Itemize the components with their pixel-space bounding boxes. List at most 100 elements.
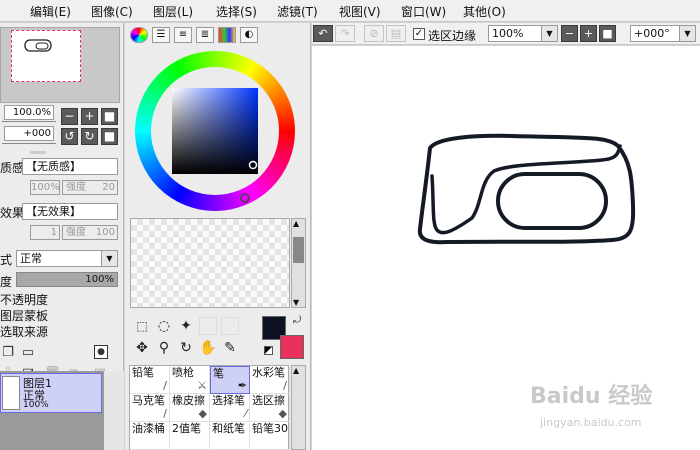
swap-colors-icon[interactable]: ⤾ [293,315,301,326]
effect-strength-label: 强度 [66,227,86,238]
scrollbar-thumb[interactable] [293,237,304,263]
menu-layer[interactable]: 图层(L) [153,3,193,20]
background-color-swatch[interactable] [280,335,304,359]
color-wheel-tab-icon[interactable] [130,27,148,43]
hand-icon[interactable]: ✋ [199,339,217,357]
brush-label: 水彩笔 [252,366,285,379]
toolbar-zoom-in-button[interactable]: + [580,25,597,42]
brush-grid-scrollbar[interactable]: ▲ [291,365,306,450]
lasso-icon[interactable]: ◌ [155,317,173,335]
brush-binary-pen[interactable]: 2值笔 [170,422,210,450]
texture-value: 【无质感】 [26,160,81,173]
watercolor-icon: / [283,379,287,392]
preserve-opacity-option[interactable]: 不透明度 [0,291,48,308]
rect-select-icon[interactable]: ⬚ [133,317,151,335]
pencil-icon: / [163,379,167,392]
brush-label: 笔 [213,367,224,380]
color-tool-panel: ☰ ≡ ≣ ◐ ▲ ▼ ⬚ ◌ ✦ ✥ ⚲ ↻ ✋ ✎ ⤾ 铅笔 / 喷枪 ⚔ … [125,23,311,450]
new-folder-icon[interactable]: ▭ [20,345,36,361]
rotation-value: +000° [634,27,670,40]
redo-button[interactable]: ↷ [335,25,355,42]
effect-dropdown[interactable]: 【无效果】 [22,203,118,220]
scroll-up-icon[interactable]: ▲ [293,366,299,375]
rotate-icon[interactable]: ↻ [177,339,195,357]
navigator-rotation-field[interactable]: +000 [4,126,54,141]
rotate-right-button[interactable]: ↻ [81,128,98,145]
color-mixer-tab-icon[interactable]: ≣ [196,27,214,43]
menu-image[interactable]: 图像(C) [91,3,133,20]
rgb-slider-tab-icon[interactable]: ☰ [152,27,170,43]
effect-strength-value: 100 [95,227,115,238]
menu-select[interactable]: 选择(S) [216,3,257,20]
chevron-down-icon: ▼ [101,251,117,266]
menu-window[interactable]: 窗口(W) [401,3,446,20]
brush-airbrush[interactable]: 喷枪 ⚔ [170,366,210,394]
scroll-down-icon[interactable]: ▼ [293,298,299,307]
brush-bucket[interactable]: 油漆桶 [130,422,170,450]
selection-source-option[interactable]: 选取来源 [0,323,48,340]
zoom-slider-track[interactable] [2,121,56,122]
zoom-in-button[interactable]: + [81,108,98,125]
layer-list-scrollbar[interactable] [104,371,124,450]
menu-filter[interactable]: 滤镜(T) [277,3,318,20]
brush-select-eraser[interactable]: 选区擦 ◆ [250,394,290,422]
effect-width-field[interactable]: 1 [30,225,60,240]
move-icon[interactable]: ✥ [133,339,151,357]
effect-strength-field[interactable]: 强度 100 [62,225,118,240]
texture-strength-field[interactable]: 强度 20 [62,180,118,195]
scratchpad-scrollbar[interactable]: ▲ ▼ [291,218,306,308]
undo-button[interactable]: ↶ [313,25,333,42]
rotate-reset-button[interactable]: ■ [101,128,118,145]
brush-tool-grid: 铅笔 / 喷枪 ⚔ 笔 ✒ 水彩笔 / 马克笔 / 橡皮擦 ◆ 选择笔 ⁄ 选区擦 ◆ 油漆桶 … [129,365,290,450]
selection-edge-checkbox[interactable]: ✓ [413,28,425,40]
brush-watercolor[interactable]: 水彩笔 / [250,366,290,394]
inner-capsule-stroke [496,172,608,230]
zoom-out-button[interactable]: − [61,108,78,125]
deselect-button[interactable]: ⊘ [364,25,384,42]
texture-scale-field[interactable]: 100% [30,180,60,195]
menubar: 编辑(E) 图像(C) 图层(L) 选择(S) 滤镜(T) 视图(V) 窗口(W… [0,0,700,22]
menu-other[interactable]: 其他(O) [463,3,506,20]
magic-wand-icon[interactable]: ✦ [177,317,195,335]
hsv-slider-tab-icon[interactable]: ≡ [174,27,192,43]
zoom-dropdown[interactable]: 100% ▼ [488,25,558,42]
navigator[interactable] [0,27,120,103]
marker-icon: / [163,407,167,420]
menu-view[interactable]: 视图(V) [339,3,381,20]
toolbar-zoom-out-button[interactable]: − [561,25,578,42]
zoom-reset-button[interactable]: ■ [101,108,118,125]
texture-dropdown[interactable]: 【无质感】 [22,158,118,175]
layer-mask-icon[interactable]: ● [94,345,108,359]
new-layer-icon[interactable]: ❐ [0,345,16,361]
effect-label: 效果 [0,206,25,220]
brush-eraser[interactable]: 橡皮擦 ◆ [170,394,210,422]
scratchpad-tab-icon[interactable]: ◐ [240,27,258,43]
layer-row[interactable]: 图层1 正常 100% [0,373,102,413]
zoom-icon[interactable]: ⚲ [155,339,173,357]
brush-marker[interactable]: 马克笔 / [130,394,170,422]
reset-colors-icon[interactable] [264,346,273,355]
clipping-mask-option[interactable]: 图层蒙板 [0,307,48,324]
scratchpad-area[interactable] [130,218,290,308]
blend-mode-dropdown[interactable]: 正常 ▼ [16,250,118,267]
toolbar-zoom-reset-button[interactable]: ■ [599,25,616,42]
swatches-tab-icon[interactable] [218,27,236,43]
menu-edit[interactable]: 编辑(E) [30,3,71,20]
texture-strength-value: 20 [102,182,115,193]
navigator-zoom-field[interactable]: 100.0% [4,105,54,120]
brush-pen[interactable]: 笔 ✒ [210,366,250,394]
rotate-left-button[interactable]: ↺ [61,128,78,145]
panel-splitter[interactable] [30,151,46,154]
color-wheel[interactable] [135,51,301,211]
brush-select-pen[interactable]: 选择笔 ⁄ [210,394,250,422]
invert-selection-button[interactable]: ▤ [386,25,406,42]
brush-label: 油漆桶 [132,422,165,435]
scroll-up-icon[interactable]: ▲ [293,219,299,228]
brush-pencil[interactable]: 铅笔 / [130,366,170,394]
eyedropper-icon[interactable]: ✎ [221,339,239,357]
layer-opacity-slider[interactable]: 100% [16,272,118,287]
brush-pencil30[interactable]: 铅笔30 [250,422,290,450]
rotation-slider-track[interactable] [2,143,56,144]
brush-washi-pen[interactable]: 和纸笔 [210,422,250,450]
rotation-dropdown[interactable]: +000° ▼ [630,25,696,42]
